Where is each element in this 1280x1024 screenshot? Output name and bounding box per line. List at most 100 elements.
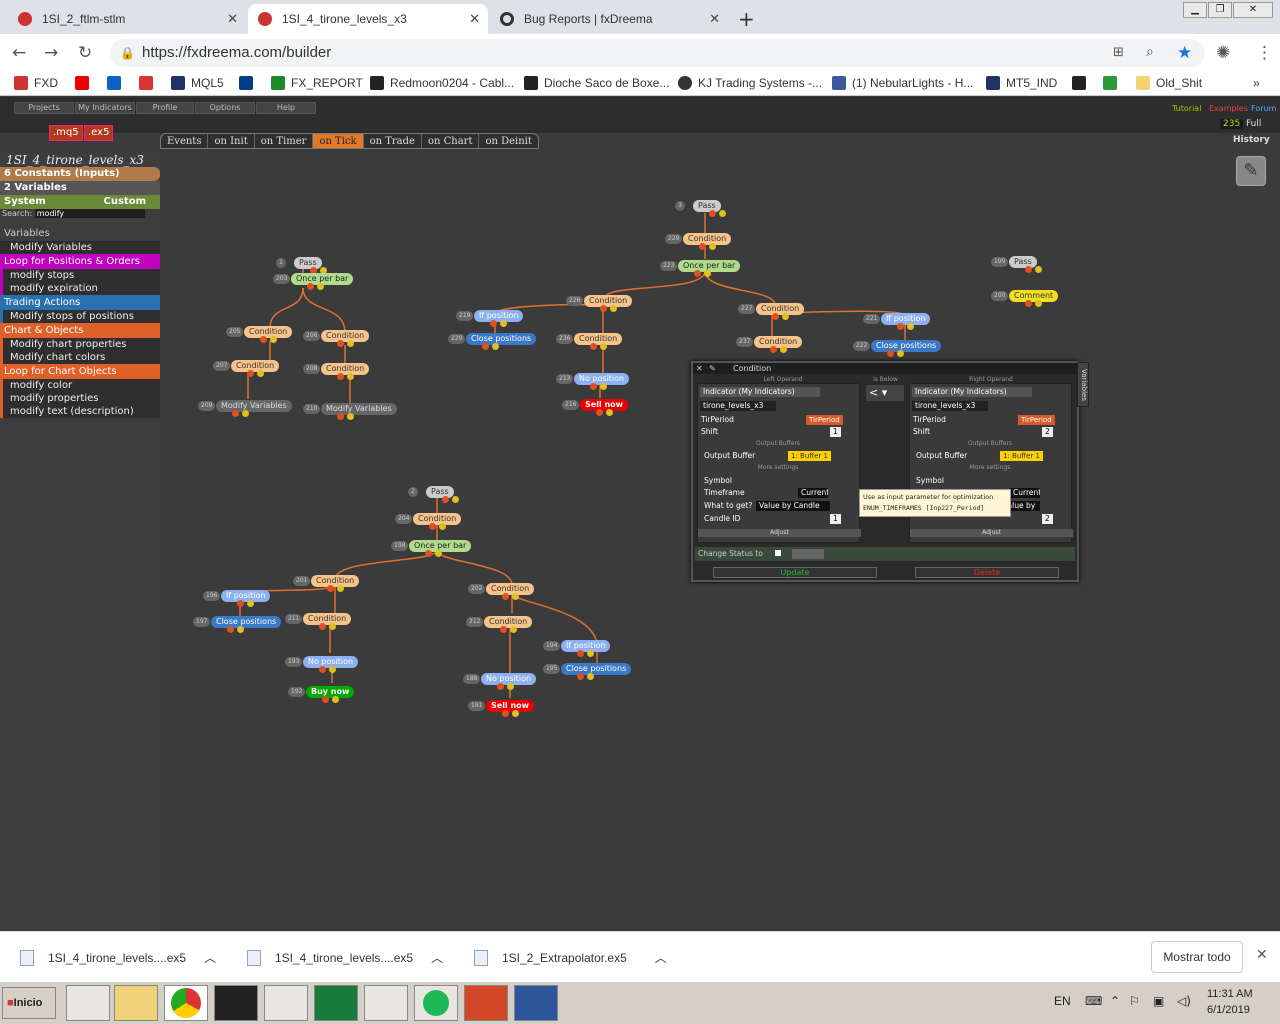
right-shift-value[interactable]: 2: [1042, 427, 1053, 437]
left-indicator-name[interactable]: tirone_levels_x3: [700, 401, 776, 411]
output-dot-yellow[interactable]: [704, 270, 711, 277]
block-label[interactable]: If position: [474, 310, 524, 322]
bookmark-fx-report[interactable]: FX_REPORT: [271, 76, 363, 90]
block-label[interactable]: If position: [221, 590, 271, 602]
metatrader-icon[interactable]: [214, 985, 258, 1021]
new-tab-button[interactable]: +: [738, 7, 755, 31]
tab-on-chart[interactable]: on Chart: [420, 134, 479, 148]
back-icon[interactable]: ←: [12, 43, 26, 63]
volume-icon[interactable]: ◁): [1177, 994, 1191, 1008]
output-dot-red[interactable]: [490, 320, 497, 327]
block-label[interactable]: Condition: [311, 575, 360, 587]
url-field[interactable]: 🔒 https://fxdreema.com/builder: [110, 39, 1205, 67]
block-label[interactable]: Close positions: [871, 340, 942, 352]
output-dot-yellow[interactable]: [492, 343, 499, 350]
output-dot-red[interactable]: [887, 350, 894, 357]
output-dot-red[interactable]: [709, 210, 716, 217]
output-dot-yellow[interactable]: [347, 373, 354, 380]
block-label[interactable]: Condition: [321, 363, 370, 375]
output-dot-red[interactable]: [577, 650, 584, 657]
output-dot-red[interactable]: [600, 305, 607, 312]
output-dot-yellow[interactable]: [782, 313, 789, 320]
left-candle-id-value[interactable]: 1: [830, 514, 841, 524]
output-dot-red[interactable]: [237, 600, 244, 607]
bookmark-outlook[interactable]: [107, 76, 127, 90]
right-indicator-name[interactable]: tirone_levels_x3: [912, 401, 988, 411]
speaker-app-icon[interactable]: [364, 985, 408, 1021]
block-label[interactable]: Condition: [486, 583, 535, 595]
output-dot-red[interactable]: [482, 343, 489, 350]
full-button[interactable]: Full: [1246, 119, 1261, 129]
tray-expand-icon[interactable]: ⌃: [1110, 994, 1120, 1008]
tutorial-link[interactable]: Tutorial: [1172, 104, 1201, 113]
output-dot-yellow[interactable]: [237, 626, 244, 633]
close-downloads-icon[interactable]: ✕: [1256, 947, 1268, 963]
right-tirperiod-value[interactable]: TirPeriod: [1018, 415, 1055, 425]
dialog-close-icon[interactable]: ✕: [696, 363, 703, 374]
output-dot-yellow[interactable]: [347, 340, 354, 347]
examples-link[interactable]: Examples: [1209, 104, 1248, 113]
delete-button[interactable]: Delete: [915, 567, 1059, 578]
update-button[interactable]: Update: [713, 567, 877, 578]
output-dot-red[interactable]: [232, 410, 239, 417]
output-dot-red[interactable]: [425, 550, 432, 557]
block-label[interactable]: Condition: [413, 513, 462, 525]
output-dot-yellow[interactable]: [512, 710, 519, 717]
constants-header[interactable]: 6 Constants (Inputs): [0, 167, 160, 181]
output-dot-red[interactable]: [502, 710, 509, 717]
spotify-icon[interactable]: [414, 985, 458, 1021]
output-dot-yellow[interactable]: [329, 666, 336, 673]
output-dot-red[interactable]: [429, 523, 436, 530]
bookmark-star-icon[interactable]: ★: [1177, 43, 1192, 63]
left-what-to-get-value[interactable]: Value by Candle ID: [756, 501, 830, 511]
block-label[interactable]: If position: [881, 313, 931, 325]
keyboard-icon[interactable]: ⌨: [1085, 994, 1102, 1008]
block-label[interactable]: Close positions: [561, 663, 632, 675]
output-dot-red[interactable]: [322, 696, 329, 703]
left-indicator-select[interactable]: Indicator (My Indicators): [700, 387, 820, 397]
extension-icon[interactable]: ✺: [1216, 43, 1230, 63]
output-dot-yellow[interactable]: [329, 623, 336, 630]
output-dot-yellow[interactable]: [606, 409, 613, 416]
build-mq5-button[interactable]: .mq5: [49, 125, 83, 141]
variables-header[interactable]: 2 Variables: [0, 181, 160, 195]
output-dot-red[interactable]: [577, 673, 584, 680]
output-dot-yellow[interactable]: [587, 673, 594, 680]
folder-icon[interactable]: [114, 985, 158, 1021]
block-label[interactable]: Condition: [683, 233, 732, 245]
menu-my-indicators[interactable]: My Indicators: [75, 102, 135, 114]
bookmark-fxd[interactable]: FXD: [14, 76, 58, 90]
bookmark-redmoon[interactable]: Redmoon0204 - Cabl...: [370, 76, 514, 90]
reload-icon[interactable]: ↻: [78, 43, 92, 63]
powerpoint-icon[interactable]: [464, 985, 508, 1021]
output-dot-red[interactable]: [307, 283, 314, 290]
menu-profile[interactable]: Profile: [136, 102, 194, 114]
download-item[interactable]: 1SI_4_tirone_levels....ex5 ︿: [247, 949, 443, 966]
left-output-buffer-value[interactable]: 1: Buffer 1: [788, 451, 831, 461]
download-item[interactable]: 1SI_4_tirone_levels....ex5 ︿: [20, 949, 216, 966]
output-dot-yellow[interactable]: [907, 323, 914, 330]
maximize-icon[interactable]: ❐: [1208, 2, 1232, 18]
block-modify-stops[interactable]: modify stops: [0, 269, 160, 282]
chevron-up-icon[interactable]: ︿: [655, 949, 667, 966]
output-dot-red[interactable]: [319, 623, 326, 630]
right-adjust-button[interactable]: Adjust: [910, 529, 1073, 537]
block-label[interactable]: Condition: [321, 330, 370, 342]
bookmark-mql5[interactable]: MQL5: [171, 76, 224, 90]
close-tab-icon[interactable]: ✕: [709, 11, 720, 27]
block-label[interactable]: Sell now: [580, 399, 629, 411]
output-dot-yellow[interactable]: [242, 410, 249, 417]
bookmark-dioche[interactable]: Dioche Saco de Boxe...: [524, 76, 669, 90]
bookmark-amazon[interactable]: [1072, 76, 1092, 90]
output-dot-red[interactable]: [337, 413, 344, 420]
pin-icon[interactable]: ✎: [709, 363, 716, 374]
output-dot-yellow[interactable]: [247, 600, 254, 607]
zoom-icon[interactable]: ⌕: [1146, 44, 1154, 60]
bookmark-gmail[interactable]: [139, 76, 159, 90]
show-all-button[interactable]: Mostrar todo: [1151, 941, 1243, 973]
block-label[interactable]: Condition: [756, 303, 805, 315]
custom-toggle[interactable]: Custom: [104, 195, 146, 209]
output-dot-red[interactable]: [590, 383, 597, 390]
clock-time[interactable]: 11:31 AM: [1207, 988, 1253, 1000]
bookmark-drive[interactable]: [1103, 76, 1123, 90]
